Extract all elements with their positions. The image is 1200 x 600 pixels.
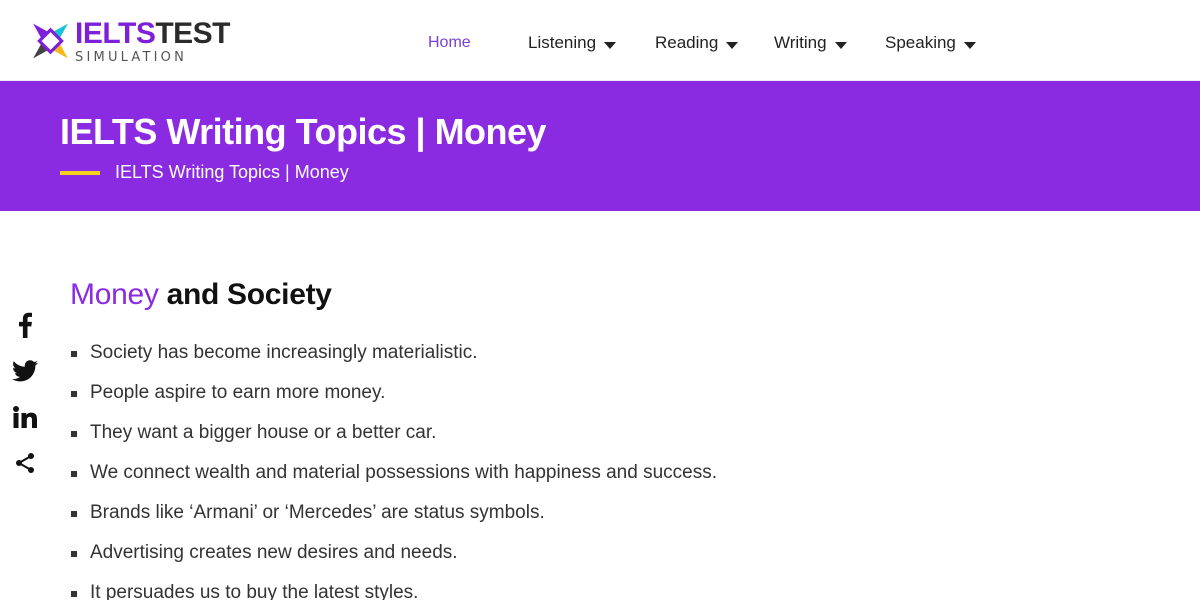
logo-wordmark: IELTSTEST — [75, 16, 230, 50]
chevron-down-icon — [604, 41, 617, 49]
section-title: Money and Society — [70, 278, 332, 311]
list-item: Brands like ‘Armani’ or ‘Mercedes’ are s… — [70, 502, 1070, 542]
breadcrumb-divider — [60, 171, 100, 175]
nav-home[interactable]: Home — [428, 34, 471, 52]
chevron-down-icon — [726, 41, 739, 49]
nav-listening[interactable]: Listening — [528, 33, 617, 53]
list-item: Society has become increasingly material… — [70, 342, 1070, 382]
chevron-down-icon — [963, 41, 976, 49]
nav-reading[interactable]: Reading — [655, 33, 739, 53]
social-share-bar — [10, 310, 40, 494]
list-item: We connect wealth and material possessio… — [70, 462, 1070, 502]
linkedin-icon[interactable] — [10, 402, 40, 432]
list-item: They want a bigger house or a better car… — [70, 422, 1070, 462]
site-header: IELTSTEST SIMULATION Home Listening Read… — [0, 0, 1200, 81]
logo-mark-icon — [33, 23, 68, 59]
article-content: Money and Society Society has become inc… — [70, 278, 1070, 600]
chevron-down-icon — [834, 41, 847, 49]
share-icon[interactable] — [10, 448, 40, 478]
topic-bullet-list: Society has become increasingly material… — [70, 342, 1070, 600]
nav-writing[interactable]: Writing — [774, 33, 847, 53]
twitter-icon[interactable] — [10, 356, 40, 386]
site-logo[interactable]: IELTSTEST SIMULATION — [30, 14, 230, 68]
list-item: It persuades us to buy the latest styles… — [70, 582, 1070, 600]
logo-tagline: SIMULATION — [75, 49, 188, 65]
list-item: People aspire to earn more money. — [70, 382, 1070, 422]
list-item: Advertising creates new desires and need… — [70, 542, 1070, 582]
nav-speaking[interactable]: Speaking — [885, 33, 976, 53]
breadcrumb[interactable]: IELTS Writing Topics | Money — [115, 162, 349, 183]
facebook-icon[interactable] — [10, 310, 40, 340]
page-title: IELTS Writing Topics | Money — [60, 111, 547, 152]
page-banner: IELTS Writing Topics | Money IELTS Writi… — [0, 81, 1200, 211]
